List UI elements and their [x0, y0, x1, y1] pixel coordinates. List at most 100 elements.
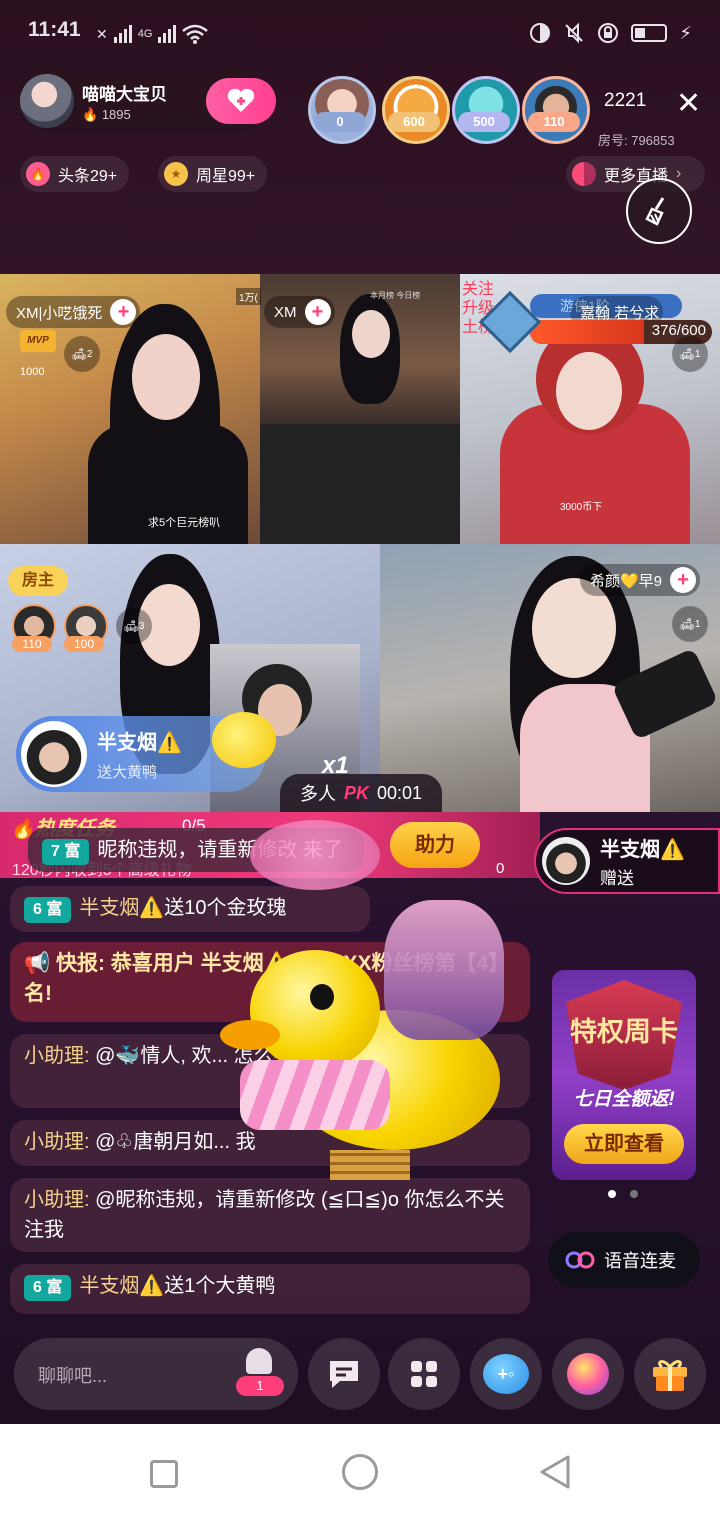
chevron-right-icon: ›: [676, 165, 682, 182]
viewer-avatar-2[interactable]: [382, 76, 450, 144]
promo-card[interactable]: 特权周卡 七日全额返! 立即查看: [552, 970, 696, 1180]
gacha-button[interactable]: [552, 1338, 624, 1410]
rich-level-badge: 6 富: [24, 1275, 72, 1301]
wifi-icon: [182, 24, 209, 44]
charging-icon: ⚡: [679, 22, 692, 43]
streamer-face: [132, 334, 200, 420]
promo-subtitle: 七日全额返!: [573, 1089, 675, 1110]
promo-button[interactable]: 立即查看: [564, 1124, 684, 1164]
link-icon: [565, 1251, 595, 1269]
carousel-dot-active[interactable]: [608, 1190, 616, 1198]
host-avatar[interactable]: [20, 74, 74, 128]
pk-time: 00:01: [376, 782, 423, 803]
signal-icon: [113, 25, 132, 43]
seat-icon[interactable]: 🛋 1: [672, 336, 708, 372]
pk-logo: PK: [343, 782, 369, 803]
host-name: 喵喵大宝贝: [82, 84, 167, 104]
seat-icon[interactable]: 🛋 2: [64, 336, 100, 372]
speech-bubble: [250, 820, 380, 890]
clean-screen-button[interactable]: [626, 178, 692, 244]
rank-mini: 本月榜 今日榜: [370, 291, 421, 300]
follow-plus-icon[interactable]: +: [110, 299, 137, 325]
room-id: 房号: 796853: [598, 133, 675, 148]
seat-icon[interactable]: 🛋 1: [672, 606, 708, 642]
viewer-avatar-4[interactable]: [522, 76, 590, 144]
carousel-dot[interactable]: [630, 1190, 638, 1198]
streamer-tag-1[interactable]: XM|小呓饿死 +: [6, 296, 141, 328]
viewer-badge-1: 0: [314, 112, 366, 132]
home-icon[interactable]: [342, 1454, 378, 1490]
duck-scarf: [240, 1060, 390, 1130]
viewer-badge-2: 600: [388, 112, 440, 132]
mvp-badge: MVP: [20, 330, 56, 352]
moon-icon: [530, 23, 551, 43]
broom-icon: [645, 197, 665, 226]
heat-task-count: 0: [496, 860, 505, 877]
streamer-tag-2[interactable]: XM +: [264, 296, 335, 328]
game-button[interactable]: +◦: [470, 1338, 542, 1410]
streamer-tag-5[interactable]: 希颜💛早9 +: [580, 564, 701, 596]
message-button[interactable]: [308, 1338, 380, 1410]
follow-plus-icon[interactable]: +: [670, 567, 697, 593]
gacha-icon: [567, 1353, 609, 1395]
system-nav-bar: [0, 1424, 720, 1520]
weekly-star-pill[interactable]: ★ 周星99+: [158, 156, 268, 192]
battery-icon: [631, 24, 668, 42]
pk-label: 多人: [299, 784, 336, 804]
viewer-avatar-1[interactable]: [308, 76, 376, 144]
gift-button[interactable]: [634, 1338, 706, 1410]
duck-spring: [330, 1150, 410, 1180]
gift-sender-avatar[interactable]: [21, 721, 87, 787]
gift-banner-avatar[interactable]: [542, 837, 590, 885]
owner-badge: 房主: [8, 566, 68, 596]
close-icon[interactable]: ✕: [676, 86, 701, 121]
viewer-badge-3: 500: [458, 112, 510, 132]
gift-icon: [653, 1360, 687, 1391]
chat-input[interactable]: 聊聊吧... 1: [14, 1338, 298, 1410]
seat-icon[interactable]: 🛋 3: [116, 608, 152, 644]
guest-badge-2: 100: [64, 636, 104, 652]
progress-fill: [530, 320, 645, 344]
gift-banner: 半支烟⚠️ 赠送: [534, 828, 720, 894]
guest-badge-1: 110: [12, 636, 52, 652]
signal-icon: [158, 25, 177, 43]
streamer-face: [352, 310, 390, 358]
duck-gift-icon: [212, 712, 276, 768]
chat-input-placeholder: 聊聊吧...: [38, 1366, 108, 1386]
gift-action: 送大黄鸭: [97, 764, 158, 781]
mascot-icon[interactable]: [246, 1348, 272, 1374]
rich-level-badge: 6 富: [24, 897, 72, 923]
live-icon: [572, 162, 596, 186]
status-time: 11:41: [28, 18, 81, 41]
follow-plus-icon[interactable]: +: [304, 299, 331, 325]
viewer-avatar-3[interactable]: [452, 76, 520, 144]
viewer-count[interactable]: 2221: [604, 90, 646, 112]
back-icon[interactable]: [538, 1454, 572, 1490]
chat-message-2[interactable]: 6 富半支烟⚠️送10个金玫瑰: [10, 886, 370, 932]
network-type: 4G: [137, 28, 153, 40]
follow-button[interactable]: [206, 78, 276, 124]
chat-message-5[interactable]: 小助理: @昵称违规，请重新修改 (≦口≦)o 你怎么不关注我: [10, 1178, 530, 1252]
headline-rank-pill[interactable]: 🔥 头条29+: [20, 156, 130, 192]
assist-button[interactable]: 助力: [390, 822, 480, 868]
rider-character: [384, 900, 504, 1040]
headline-rank-label: 头条29+: [58, 168, 118, 185]
voice-link-label: 语音连麦: [604, 1251, 676, 1271]
rank-mini-top: 1万(: [236, 288, 261, 305]
weekly-star-label: 周星99+: [196, 168, 256, 185]
pk-timer: 多人 PK 00:01: [280, 774, 442, 812]
voice-link-button[interactable]: 语音连麦: [548, 1232, 700, 1288]
grid-icon: [411, 1361, 437, 1387]
recents-icon[interactable]: [150, 1460, 178, 1488]
chat-message-6[interactable]: 6 富半支烟⚠️送1个大黄鸭: [10, 1264, 530, 1314]
gift-banner-user: 半支烟⚠️: [600, 839, 685, 861]
mascot-badge: 1: [236, 1376, 284, 1396]
gift-banner-action: 赠送: [600, 869, 634, 888]
sim-icon: ✕: [96, 25, 108, 42]
gamepad-icon: +◦: [483, 1354, 529, 1394]
promo-title: 特权周卡: [570, 1017, 678, 1047]
status-icons: ⚡: [529, 22, 692, 44]
more-apps-button[interactable]: [388, 1338, 460, 1410]
streamer-face: [556, 352, 622, 430]
flame-icon: 🔥: [82, 106, 102, 122]
